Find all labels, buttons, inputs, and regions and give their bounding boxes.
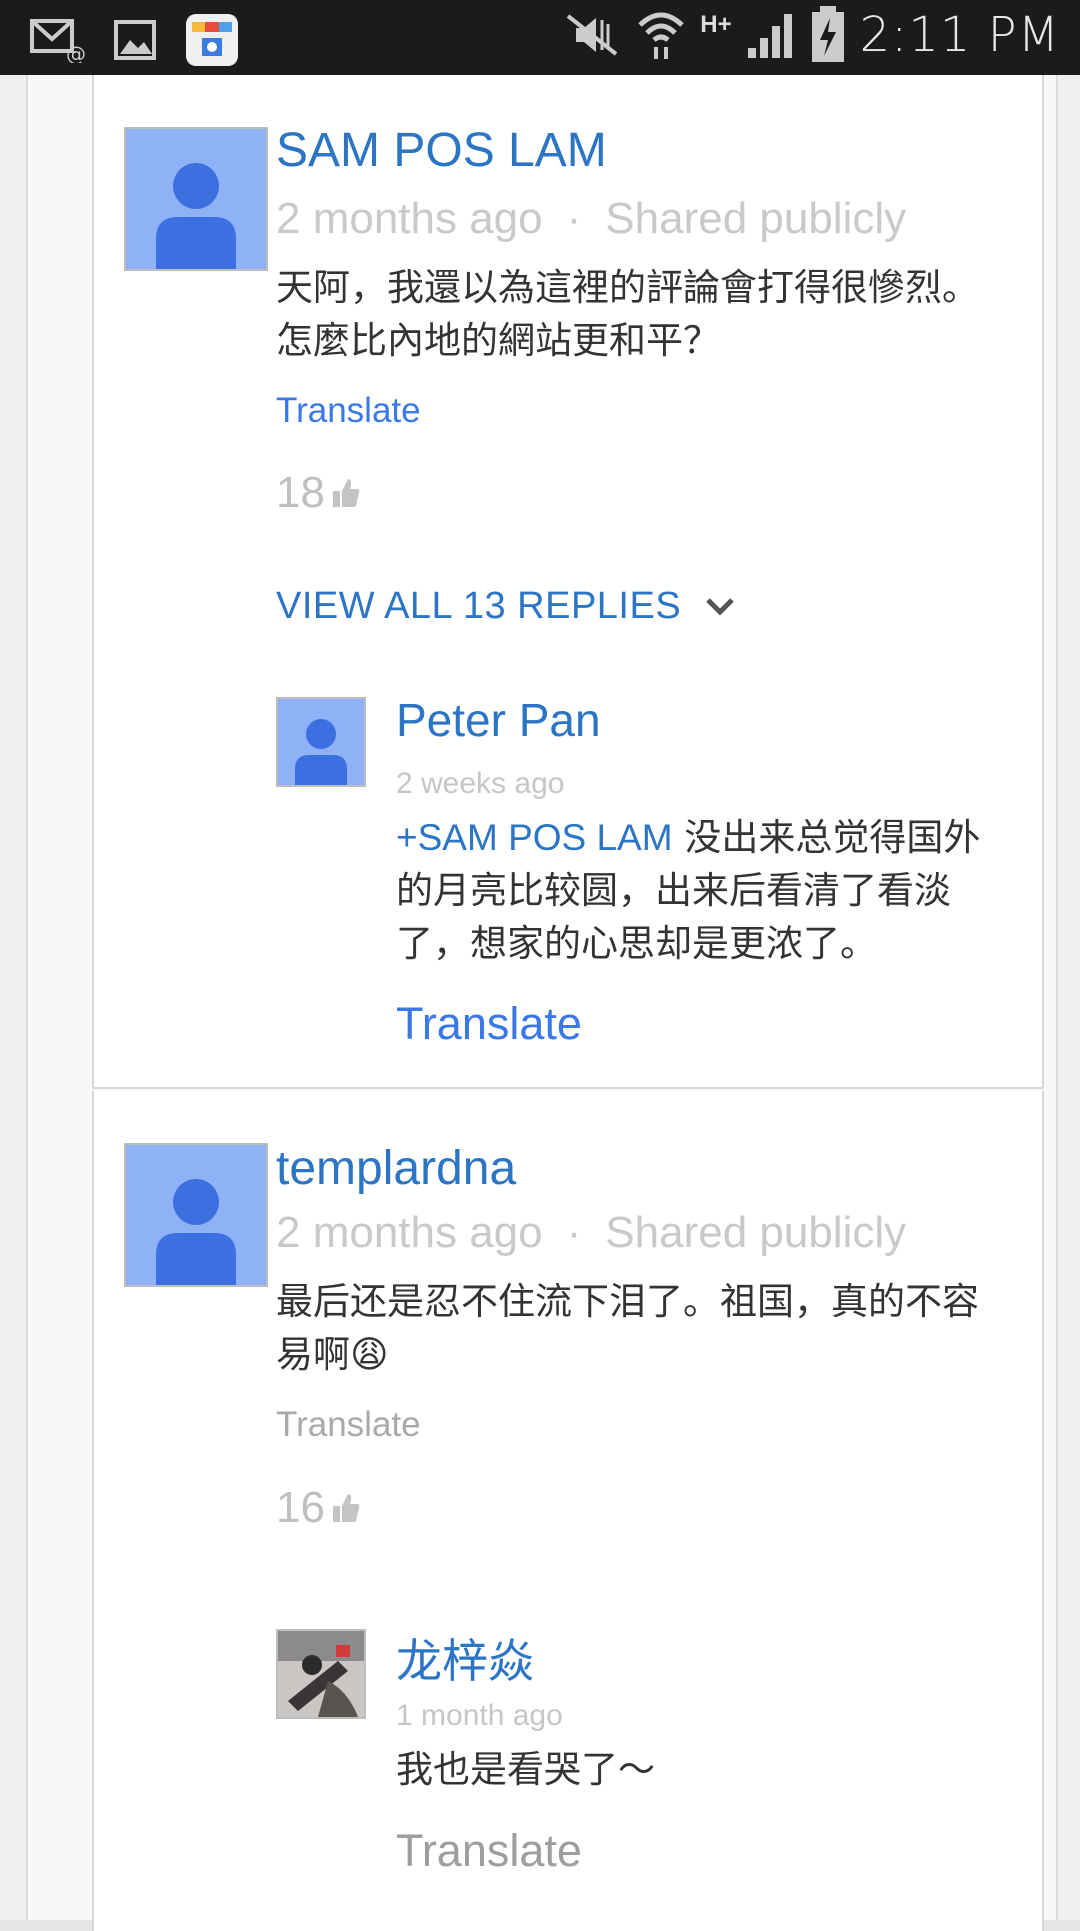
default-user-icon [156, 163, 236, 269]
clock: 2:11 PM [859, 7, 1060, 63]
thumbs-up-icon [332, 479, 360, 507]
default-user-icon [156, 1179, 236, 1285]
translate-link[interactable]: Translate [276, 1405, 421, 1445]
store-app-icon [184, 12, 240, 68]
view-all-replies-button[interactable]: VIEW ALL 13 REPLIES [276, 585, 735, 628]
comment-time[interactable]: 2 months ago [276, 194, 543, 243]
default-user-icon [295, 719, 347, 785]
email-icon: @ [30, 17, 86, 63]
reply-text: 我也是看哭了～ [396, 1748, 655, 1791]
comment-meta: 2 months ago · Shared publicly [276, 1208, 906, 1258]
status-bar: @ H+ 2:11 PM [0, 0, 1080, 75]
view-replies-label: VIEW ALL 13 REPLIES [276, 585, 682, 627]
comment-author[interactable]: SAM POS LAM [276, 123, 607, 178]
like-count: 16 [276, 1483, 325, 1532]
chevron-down-icon [706, 597, 734, 616]
wifi-icon [636, 7, 686, 63]
comment-card: SAM POS LAM 2 months ago · Shared publicly… [92, 75, 1044, 1089]
like-button[interactable]: 16 [276, 1483, 361, 1533]
like-count: 18 [276, 468, 325, 517]
reply-time[interactable]: 1 month ago [396, 1699, 563, 1733]
avatar[interactable] [124, 127, 268, 271]
avatar[interactable] [124, 1143, 268, 1287]
translate-link[interactable]: Translate [396, 998, 582, 1050]
comment-meta: 2 months ago · Shared publicly [276, 194, 906, 244]
comment-text: 最后还是忍不住流下泪了。祖国，真的不容易啊😩 [276, 1280, 979, 1376]
comment-card: templardna 2 months ago · Shared publicly … [92, 1091, 1044, 1931]
comment-visibility: Shared publicly [605, 1208, 907, 1257]
comments-page[interactable]: SAM POS LAM 2 months ago · Shared publicly… [0, 75, 1080, 1931]
comment-author[interactable]: templardna [276, 1141, 516, 1196]
translate-link[interactable]: Translate [396, 1825, 582, 1877]
mute-icon [562, 12, 622, 58]
gallery-icon [114, 20, 156, 60]
comments-sheet: SAM POS LAM 2 months ago · Shared publicly… [26, 75, 1058, 1931]
thumbs-up-icon [332, 1494, 360, 1522]
comment-text: 天阿，我還以為這裡的評論會打得很慘烈。怎麼比內地的網站更和平？ [276, 266, 979, 362]
translate-link[interactable]: Translate [276, 391, 421, 431]
mention-link[interactable]: +SAM POS LAM [396, 817, 673, 858]
reply-avatar[interactable] [276, 697, 366, 787]
user-photo-icon [278, 1631, 364, 1717]
reply-author[interactable]: 龙梓焱 [396, 1625, 534, 1691]
reply-avatar[interactable] [276, 1629, 366, 1719]
reply-author[interactable]: Peter Pan [396, 693, 601, 747]
reply-time[interactable]: 2 weeks ago [396, 767, 564, 801]
like-button[interactable]: 18 [276, 468, 361, 518]
comment-visibility: Shared publicly [605, 194, 907, 243]
svg-text:@: @ [66, 42, 86, 63]
network-type: H+ [700, 11, 732, 38]
reply-text: +SAM POS LAM 没出来总觉得国外的月亮比较圆，出来后看清了看淡了，想家… [396, 811, 996, 970]
meta-separator: · [566, 194, 582, 243]
comment-time[interactable]: 2 months ago [276, 1208, 543, 1257]
signal-icon [746, 10, 796, 60]
meta-separator: · [566, 1208, 582, 1257]
battery-charging-icon [810, 6, 846, 64]
